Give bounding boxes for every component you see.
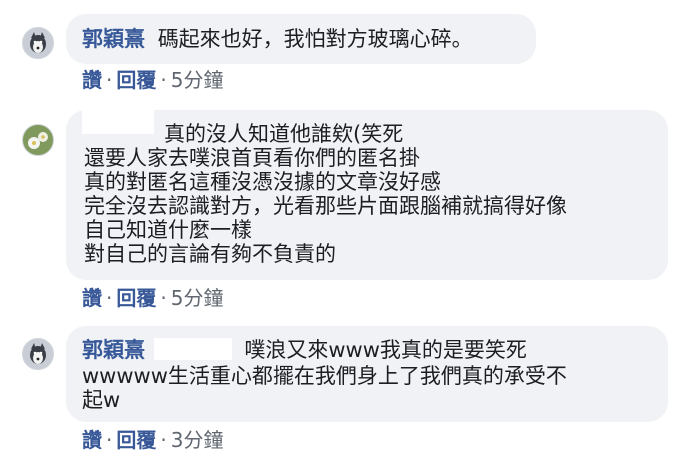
separator-dot: · [106,428,113,452]
comment-text-line: 自己知道什麼一樣 [84,218,252,242]
like-link[interactable]: 讚 [82,68,102,92]
comment-author[interactable]: 郭穎熹 [82,338,145,362]
reply-link[interactable]: 回覆 [116,286,156,310]
like-link[interactable]: 讚 [82,428,102,452]
comment-text-line: 起w [82,388,121,412]
separator-dot: · [160,68,167,92]
comment-actions: 讚 · 回覆 · 5分鐘 [82,64,223,93]
husky-dog-avatar-icon[interactable] [22,338,54,370]
comment-text-line: 真的對匿名這種沒憑沒據的文章沒好感 [84,170,441,194]
timestamp[interactable]: 5分鐘 [171,286,224,310]
redacted-author-name [153,338,232,360]
comment-actions: 讚 · 回覆 · 3分鐘 [82,424,223,453]
separator-dot: · [106,68,113,92]
flower-avatar-icon[interactable] [22,124,54,156]
timestamp[interactable]: 5分鐘 [171,68,224,92]
redacted-author-name [82,104,154,134]
comment-text-line: 真的沒人知道他誰欸(笑死 [164,122,404,146]
like-link[interactable]: 讚 [82,286,102,310]
separator-dot: · [160,286,167,310]
comment-bubble: 郭穎熹 碼起來也好，我怕對方玻璃心碎。 [66,14,536,64]
reply-link[interactable]: 回覆 [116,68,156,92]
comment-bubble: 郭穎熹 噗浪又來www我真的是要笑死 wwwww生活重心都擺在我們身上了我們真的… [66,326,668,422]
timestamp[interactable]: 3分鐘 [171,428,224,452]
comment-3: 郭穎熹 噗浪又來www我真的是要笑死 wwwww生活重心都擺在我們身上了我們真的… [0,320,696,464]
husky-dog-avatar-icon[interactable] [22,27,54,59]
comment-bubble: 真的沒人知道他誰欸(笑死 還要人家去噗浪首頁看你們的匿名掛 真的對匿名這種沒憑沒… [66,104,668,280]
separator-dot: · [106,286,113,310]
comment-text-line: wwwww生活重心都擺在我們身上了我們真的承受不 [82,364,567,388]
comment-text-line: 對自己的言論有夠不負責的 [84,242,336,266]
comment-text-line: 噗浪又來www我真的是要笑死 [244,338,527,362]
reply-link[interactable]: 回覆 [116,428,156,452]
comment-author[interactable]: 郭穎熹 [82,27,145,51]
comment-1: 郭穎熹 碼起來也好，我怕對方玻璃心碎。 讚 · 回覆 · 5分鐘 [0,0,696,100]
comment-text-line: 碼起來也好，我怕對方玻璃心碎。 [157,27,473,51]
comment-text-line: 完全沒去認識對方，光看那些片面跟腦補就搞得好像 [84,194,567,218]
comment-actions: 讚 · 回覆 · 5分鐘 [82,282,223,311]
comment-2: 真的沒人知道他誰欸(笑死 還要人家去噗浪首頁看你們的匿名掛 真的對匿名這種沒憑沒… [0,100,696,310]
comment-text-line: 還要人家去噗浪首頁看你們的匿名掛 [84,146,420,170]
separator-dot: · [160,428,167,452]
